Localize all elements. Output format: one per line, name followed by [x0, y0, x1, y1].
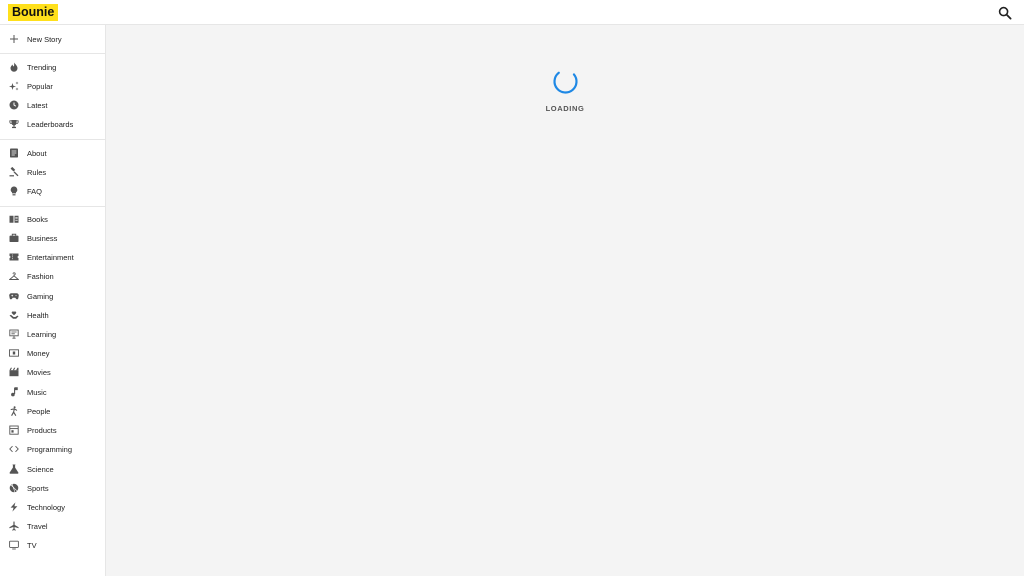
sidebar-item-label: Money	[27, 349, 50, 358]
store-icon	[9, 425, 19, 435]
briefcase-icon	[9, 233, 19, 243]
sidebar-item-science[interactable]: Science	[0, 461, 105, 479]
sidebar-item-money[interactable]: Money	[0, 345, 105, 363]
sidebar-item-popular[interactable]: Popular	[0, 78, 105, 96]
lightning-icon	[9, 502, 19, 512]
sidebar-item-label: Trending	[27, 63, 57, 72]
code-icon	[9, 444, 19, 454]
divider	[0, 139, 105, 140]
airplane-icon	[9, 521, 19, 531]
gamepad-icon	[9, 291, 19, 301]
ball-icon	[9, 483, 19, 493]
sidebar-item-sports[interactable]: Sports	[0, 480, 105, 498]
main-content: LOADING	[106, 25, 1024, 576]
sidebar-item-trending[interactable]: Trending	[0, 59, 105, 77]
new-story-label: New Story	[27, 35, 62, 44]
person-icon	[9, 406, 19, 416]
sidebar-item-label: Movies	[27, 368, 51, 377]
sidebar-item-faq[interactable]: FAQ	[0, 183, 105, 201]
sidebar-item-label: People	[27, 407, 51, 416]
sidebar: New Story Trending Popular Latest Leader…	[0, 25, 106, 576]
sidebar-item-programming[interactable]: Programming	[0, 441, 105, 459]
sidebar-item-books[interactable]: Books	[0, 211, 105, 229]
sidebar-item-fashion[interactable]: Fashion	[0, 268, 105, 286]
divider	[0, 206, 105, 207]
clock-icon	[9, 100, 19, 110]
heart-hand-icon	[9, 310, 19, 320]
sidebar-item-tv[interactable]: TV	[0, 537, 105, 555]
sidebar-item-label: TV	[27, 541, 37, 550]
plus-icon	[9, 34, 19, 44]
sidebar-item-movies[interactable]: Movies	[0, 364, 105, 382]
sidebar-item-label: Leaderboards	[27, 120, 74, 129]
sidebar-item-technology[interactable]: Technology	[0, 499, 105, 517]
sidebar-item-label: Books	[27, 215, 48, 224]
tv-icon	[9, 540, 19, 550]
sidebar-item-label: Products	[27, 426, 57, 435]
sidebar-item-label: Science	[27, 465, 54, 474]
hanger-icon	[9, 271, 19, 281]
sidebar-item-label: Travel	[27, 522, 48, 531]
new-story-button[interactable]: New Story	[0, 31, 105, 49]
sidebar-item-label: Music	[27, 388, 47, 397]
book-icon	[9, 214, 19, 224]
sidebar-item-travel[interactable]: Travel	[0, 518, 105, 536]
sidebar-item-products[interactable]: Products	[0, 422, 105, 440]
sidebar-item-label: Fashion	[27, 272, 54, 281]
lightbulb-icon	[9, 186, 19, 196]
loading-spinner-icon	[552, 68, 579, 95]
sidebar-item-health[interactable]: Health	[0, 307, 105, 325]
sidebar-item-label: Rules	[27, 168, 47, 177]
sidebar-item-learning[interactable]: Learning	[0, 326, 105, 344]
flask-icon	[9, 464, 19, 474]
logo[interactable]: Bounie	[8, 4, 59, 21]
sidebar-item-label: About	[27, 149, 47, 158]
divider	[0, 53, 105, 54]
sidebar-item-label: FAQ	[27, 187, 43, 196]
sidebar-item-about[interactable]: About	[0, 145, 105, 163]
sidebar-item-label: Gaming	[27, 292, 54, 301]
sidebar-item-music[interactable]: Music	[0, 384, 105, 402]
flame-icon	[9, 62, 19, 72]
sidebar-item-label: Technology	[27, 503, 65, 512]
sparkle-icon	[9, 81, 19, 91]
loading-text: LOADING	[545, 104, 585, 113]
trophy-icon	[9, 119, 19, 129]
sidebar-item-business[interactable]: Business	[0, 230, 105, 248]
sidebar-item-label: Sports	[27, 484, 49, 493]
sidebar-item-leaderboards[interactable]: Leaderboards	[0, 116, 105, 134]
gavel-icon	[9, 167, 19, 177]
clapperboard-icon	[9, 367, 19, 377]
ticket-icon	[9, 252, 19, 262]
sidebar-item-label: Popular	[27, 82, 53, 91]
sidebar-item-entertainment[interactable]: Entertainment	[0, 249, 105, 267]
sidebar-item-label: Learning	[27, 330, 57, 339]
document-icon	[9, 148, 19, 158]
sidebar-item-label: Business	[27, 234, 58, 243]
sidebar-item-label: Health	[27, 311, 49, 320]
music-note-icon	[9, 387, 19, 397]
sidebar-item-label: Entertainment	[27, 253, 74, 262]
top-bar: Bounie	[0, 0, 1024, 25]
sidebar-item-gaming[interactable]: Gaming	[0, 288, 105, 306]
presentation-icon	[9, 329, 19, 339]
banknote-icon	[9, 348, 19, 358]
sidebar-item-people[interactable]: People	[0, 403, 105, 421]
sidebar-item-latest[interactable]: Latest	[0, 97, 105, 115]
sidebar-item-label: Programming	[27, 445, 73, 454]
sidebar-item-label: Latest	[27, 101, 48, 110]
search-icon[interactable]	[998, 6, 1012, 20]
sidebar-item-rules[interactable]: Rules	[0, 164, 105, 182]
